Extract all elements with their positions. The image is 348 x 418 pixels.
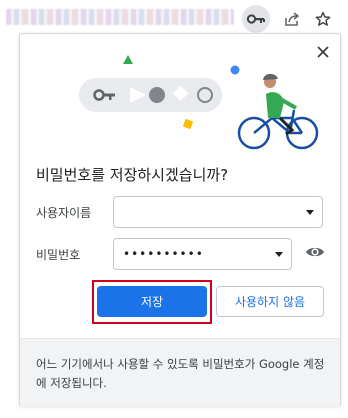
password-value: ••••••••••: [123, 247, 204, 261]
share-button[interactable]: [278, 5, 306, 33]
triangle-decoration-icon: [123, 55, 133, 64]
save-button[interactable]: 저장: [97, 286, 207, 317]
never-button[interactable]: 사용하지 않음: [216, 286, 324, 317]
square-decoration-icon: [182, 118, 194, 130]
save-password-dialog: 비밀번호를 저장하시겠습니까? 사용자이름 비밀번호 •••••••••• 저장…: [19, 33, 341, 406]
password-illustration: [79, 55, 319, 150]
circle-shape-icon: [149, 87, 165, 103]
star-icon: [315, 11, 331, 26]
password-label: 비밀번호: [36, 248, 81, 262]
dialog-title: 비밀번호를 저장하시겠습니까?: [36, 166, 229, 184]
bookmark-star-button[interactable]: [309, 5, 337, 33]
blurred-url[interactable]: [6, 9, 234, 25]
key-icon: [247, 14, 265, 24]
footer-text: 어느 기기에서나 사용할 수 있도록 비밀번호가 Google 계정에 저장됩니…: [36, 357, 325, 390]
password-key-button[interactable]: [242, 5, 270, 33]
chevron-down-icon[interactable]: [275, 252, 283, 257]
dialog-footer: 어느 기기에서나 사용할 수 있도록 비밀번호가 Google 계정에 저장됩니…: [20, 338, 340, 406]
share-icon: [285, 12, 300, 26]
eye-icon[interactable]: [305, 245, 325, 259]
dot-decoration-icon: [230, 65, 240, 75]
chevron-down-icon[interactable]: [306, 210, 314, 215]
address-bar: [0, 0, 348, 36]
username-field[interactable]: [113, 196, 323, 228]
cyclist-icon: [237, 73, 319, 150]
password-field[interactable]: ••••••••••: [113, 238, 292, 270]
username-label: 사용자이름: [36, 206, 92, 220]
